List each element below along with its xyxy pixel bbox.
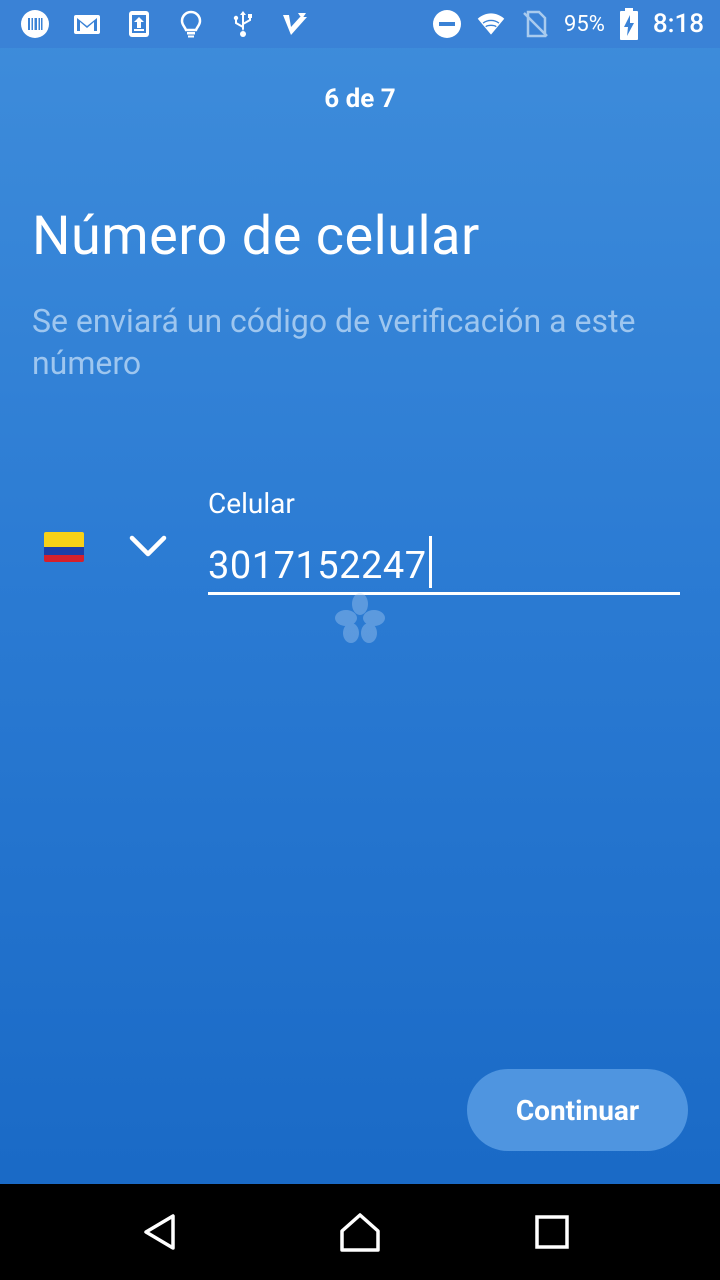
home-icon[interactable]: [330, 1202, 390, 1262]
page-subtitle: Se enviará un código de verificación a e…: [32, 302, 636, 382]
upload-icon: [124, 9, 154, 39]
clock: 8:18: [652, 9, 704, 39]
back-icon[interactable]: [130, 1202, 190, 1262]
notification-icons: [0, 9, 310, 39]
no-sim-icon: [520, 9, 550, 39]
checkmark-app-icon: [280, 9, 310, 39]
continue-button[interactable]: Continuar: [467, 1069, 688, 1151]
phone-field-label: Celular: [208, 487, 295, 520]
phone-number-input[interactable]: 3017152247: [208, 536, 680, 588]
usb-icon: [228, 9, 258, 39]
phone-number-screen: 95% 8:18 6 de 7 Número de celular Se env…: [0, 0, 720, 1280]
chevron-down-icon[interactable]: [128, 528, 168, 564]
lightbulb-icon: [176, 9, 206, 39]
battery-charging-icon: [619, 8, 639, 40]
status-bar: 95% 8:18: [0, 0, 720, 48]
barcode-icon: [20, 9, 50, 39]
battery-percent: 95%: [563, 11, 605, 37]
text-caret: [428, 536, 432, 588]
system-status: 95% 8:18: [432, 0, 704, 48]
navigation-bar: [0, 1184, 720, 1280]
do-not-disturb-icon: [432, 9, 462, 39]
wifi-icon: [476, 9, 506, 39]
gmail-icon: [72, 9, 102, 39]
loading-spinner-icon: [330, 590, 390, 646]
step-indicator: 6 de 7: [324, 84, 396, 114]
phone-number-value: 3017152247: [208, 544, 427, 588]
phone-field-underline: [208, 592, 680, 595]
page-title: Número de celular: [32, 205, 480, 268]
recents-icon[interactable]: [522, 1202, 582, 1262]
country-flag-icon[interactable]: [44, 532, 84, 562]
